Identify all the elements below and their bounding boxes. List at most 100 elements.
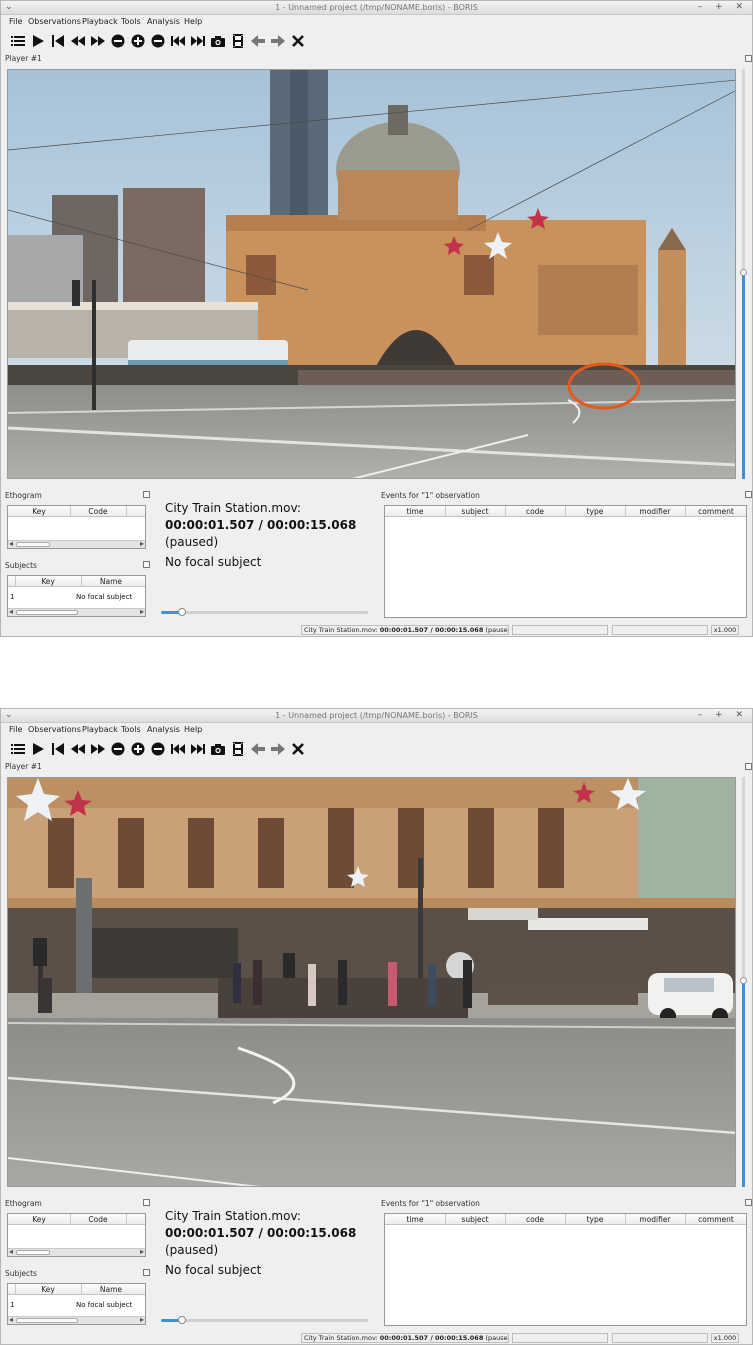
close-icon[interactable] — [289, 740, 307, 758]
list-icon[interactable] — [9, 32, 27, 50]
menu-file[interactable]: File — [9, 17, 22, 26]
video-frame[interactable] — [7, 777, 736, 1187]
title-bar[interactable]: ⌄ 1 - Unnamed project (/tmp/NONAME.boris… — [1, 1, 752, 15]
rewind-icon[interactable] — [69, 32, 87, 50]
speed-down-icon[interactable] — [109, 32, 127, 50]
volume-slider-knob[interactable] — [740, 977, 747, 984]
events-col-subject[interactable]: subject — [445, 1215, 505, 1224]
video-frame[interactable] — [7, 69, 736, 479]
events-col-type[interactable]: type — [565, 507, 625, 516]
events-col-code[interactable]: code — [505, 1215, 565, 1224]
events-float-icon[interactable] — [745, 491, 752, 498]
events-col-time[interactable]: time — [385, 507, 445, 516]
speed-up-icon[interactable] — [129, 740, 147, 758]
fast-forward-icon[interactable] — [89, 32, 107, 50]
rewind-icon[interactable] — [69, 740, 87, 758]
media-time: 00:00:01.507 / 00:00:15.068 — [165, 518, 357, 532]
previous-media-icon[interactable] — [169, 740, 187, 758]
ethogram-col-code[interactable]: Code — [70, 507, 126, 516]
events-col-modifier[interactable]: modifier — [625, 507, 685, 516]
next-media-icon[interactable] — [189, 740, 207, 758]
menu-tools[interactable]: Tools — [121, 725, 141, 734]
arrow-forward-icon[interactable] — [269, 740, 287, 758]
menu-playback[interactable]: Playback — [82, 17, 118, 26]
arrow-forward-icon[interactable] — [269, 32, 287, 50]
subjects-float-icon[interactable] — [143, 561, 150, 568]
subjects-col-name[interactable]: Name — [81, 1285, 141, 1294]
events-col-code[interactable]: code — [505, 507, 565, 516]
position-slider[interactable] — [161, 608, 368, 616]
ethogram-float-icon[interactable] — [143, 491, 150, 498]
next-media-icon[interactable] — [189, 32, 207, 50]
menu-playback[interactable]: Playback — [82, 725, 118, 734]
menu-observations[interactable]: Observations — [28, 725, 81, 734]
arrow-back-icon[interactable] — [249, 740, 267, 758]
play-icon[interactable] — [29, 740, 47, 758]
position-slider-knob[interactable] — [178, 1316, 186, 1324]
title-bar[interactable]: ⌄ 1 - Unnamed project (/tmp/NONAME.boris… — [1, 709, 752, 723]
menu-help[interactable]: Help — [184, 725, 202, 734]
subject-row-name[interactable]: No focal subject — [76, 593, 132, 601]
events-table[interactable]: time subject code type modifier comment — [384, 505, 747, 618]
snapshot-icon[interactable] — [209, 740, 227, 758]
subjects-header: Key Name — [8, 576, 145, 587]
frame-by-frame-icon[interactable] — [229, 32, 247, 50]
events-col-modifier[interactable]: modifier — [625, 1215, 685, 1224]
speed-up-icon[interactable] — [129, 32, 147, 50]
ethogram-hscroll[interactable]: ◂ ▸ — [8, 1247, 145, 1256]
ethogram-hscroll[interactable]: ◂ ▸ — [8, 539, 145, 548]
subjects-table[interactable]: Key Name 1 No focal subject ◂ ▸ — [7, 575, 146, 617]
window-controls[interactable]: – + ✕ — [698, 710, 748, 720]
subjects-hscroll[interactable]: ◂ ▸ — [8, 1315, 145, 1324]
menu-file[interactable]: File — [9, 725, 22, 734]
subjects-col-key[interactable]: Key — [15, 577, 81, 586]
previous-media-icon[interactable] — [169, 32, 187, 50]
subjects-col-key[interactable]: Key — [15, 1285, 81, 1294]
subject-row-name[interactable]: No focal subject — [76, 1301, 132, 1309]
subjects-float-icon[interactable] — [143, 1269, 150, 1276]
ethogram-table[interactable]: Key Code ◂ ▸ — [7, 505, 146, 549]
status-field-2 — [612, 625, 708, 635]
frame-by-frame-icon[interactable] — [229, 740, 247, 758]
ethogram-col-code[interactable]: Code — [70, 1215, 126, 1224]
close-icon[interactable] — [289, 32, 307, 50]
volume-slider[interactable] — [740, 69, 747, 479]
events-col-time[interactable]: time — [385, 1215, 445, 1224]
ethogram-col-key[interactable]: Key — [8, 507, 70, 516]
events-col-type[interactable]: type — [565, 1215, 625, 1224]
volume-slider[interactable] — [740, 777, 747, 1187]
play-icon[interactable] — [29, 32, 47, 50]
events-col-comment[interactable]: comment — [685, 507, 747, 516]
menu-observations[interactable]: Observations — [28, 17, 81, 26]
ethogram-float-icon[interactable] — [143, 1199, 150, 1206]
events-col-comment[interactable]: comment — [685, 1215, 747, 1224]
position-slider[interactable] — [161, 1316, 368, 1324]
subjects-hscroll[interactable]: ◂ ▸ — [8, 607, 145, 616]
skip-to-start-icon[interactable] — [49, 740, 67, 758]
window-controls[interactable]: – + ✕ — [698, 2, 748, 12]
menu-analysis[interactable]: Analysis — [147, 725, 180, 734]
subjects-col-name[interactable]: Name — [81, 577, 141, 586]
speed-reset-icon[interactable] — [149, 740, 167, 758]
list-icon[interactable] — [9, 740, 27, 758]
subjects-table[interactable]: Key Name 1 No focal subject ◂ ▸ — [7, 1283, 146, 1325]
events-col-subject[interactable]: subject — [445, 507, 505, 516]
events-table[interactable]: time subject code type modifier comment — [384, 1213, 747, 1326]
player-float-icon[interactable] — [745, 55, 752, 62]
speed-down-icon[interactable] — [109, 740, 127, 758]
snapshot-icon[interactable] — [209, 32, 227, 50]
position-slider-knob[interactable] — [178, 608, 186, 616]
arrow-back-icon[interactable] — [249, 32, 267, 50]
fast-forward-icon[interactable] — [89, 740, 107, 758]
ethogram-col-key[interactable]: Key — [8, 1215, 70, 1224]
volume-slider-knob[interactable] — [740, 269, 747, 276]
player-float-icon[interactable] — [745, 763, 752, 770]
menu-tools[interactable]: Tools — [121, 17, 141, 26]
events-float-icon[interactable] — [745, 1199, 752, 1206]
ethogram-table[interactable]: Key Code ◂ ▸ — [7, 1213, 146, 1257]
menu-analysis[interactable]: Analysis — [147, 17, 180, 26]
menu-help[interactable]: Help — [184, 17, 202, 26]
speed-reset-icon[interactable] — [149, 32, 167, 50]
menu-bar: File Observations Playback Tools Analysi… — [1, 15, 752, 29]
skip-to-start-icon[interactable] — [49, 32, 67, 50]
